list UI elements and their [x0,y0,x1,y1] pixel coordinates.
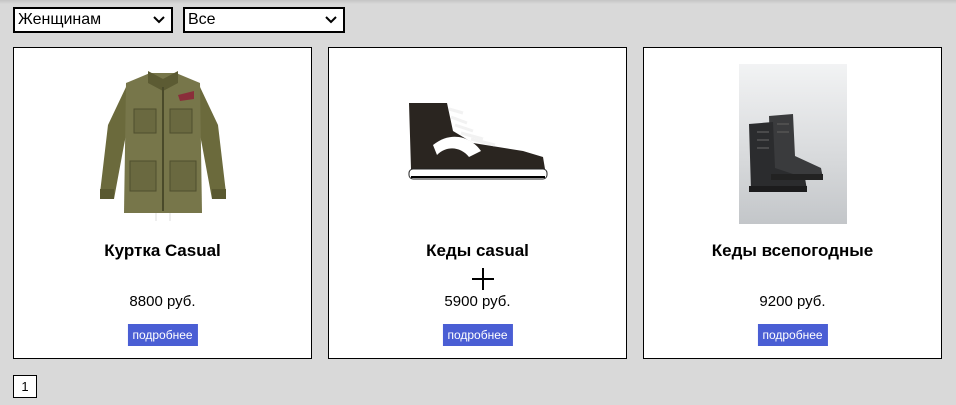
details-button[interactable]: подробнее [757,324,828,346]
product-card[interactable]: Кеды всепогодные 9200 руб. подробнее [643,47,942,359]
product-title: Кеды всепогодные [711,241,874,260]
sneaker-image[interactable] [403,64,553,224]
product-price: 5900 руб. [444,293,511,310]
product-title: Куртка Casual [104,241,221,260]
details-button[interactable]: подробнее [127,324,198,346]
category-select-value: Все [188,11,216,28]
product-card[interactable]: Куртка Casual 8800 руб. подробнее [13,47,312,359]
product-price: 9200 руб. [759,293,826,310]
product-card[interactable]: Кеды casual 5900 руб. подробнее [328,47,627,359]
gender-select[interactable]: Женщинам [13,7,173,33]
chevron-down-icon [153,16,165,24]
category-select[interactable]: Все [183,7,345,33]
product-title: Кеды casual [426,241,529,260]
gender-select-value: Женщинам [18,11,102,28]
top-shade [0,0,956,4]
product-grid: Куртка Casual 8800 руб. подробнее Кеды c… [13,47,942,359]
jacket-image[interactable] [88,64,238,224]
boots-image[interactable] [718,64,868,224]
details-button[interactable]: подробнее [442,324,513,346]
product-price: 8800 руб. [129,293,196,310]
crosshair-cursor-icon [472,268,494,290]
pagination-page-button[interactable]: 1 [13,375,37,398]
filter-bar: Женщинам Все [13,7,345,33]
chevron-down-icon [325,16,337,24]
